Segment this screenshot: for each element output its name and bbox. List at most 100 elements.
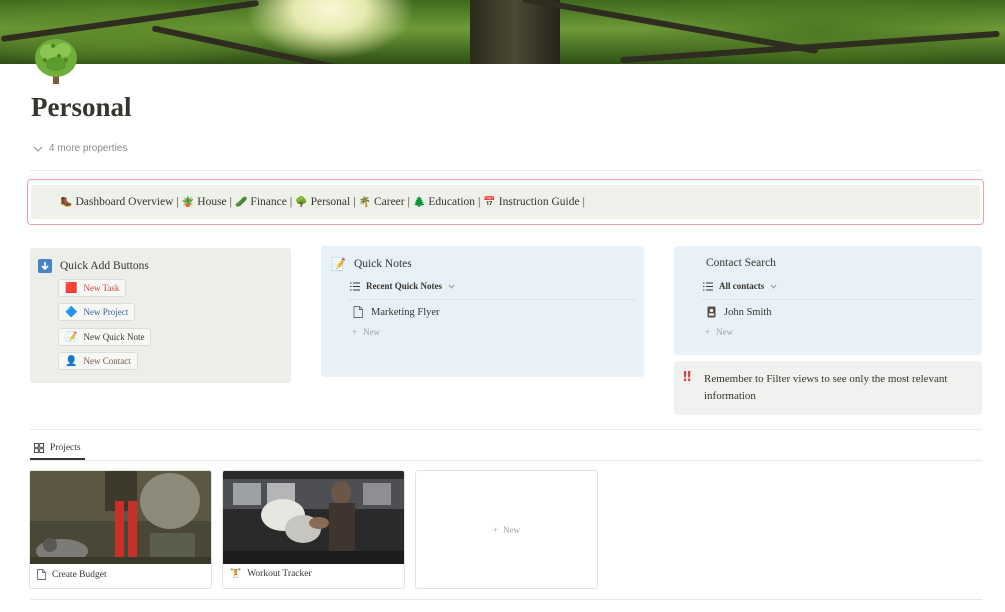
chevron-down-icon: [448, 284, 455, 289]
red-square-icon: 🟥: [65, 282, 78, 294]
nav-separator: |: [176, 196, 179, 208]
new-task-button[interactable]: 🟥 New Task: [58, 279, 127, 297]
card-title: Create Budget: [37, 569, 107, 580]
divider: [349, 299, 636, 300]
quick-notes-title: Quick Notes: [353, 258, 412, 270]
list-item[interactable]: John Smith: [707, 306, 772, 318]
list-icon: [703, 281, 713, 291]
nav-career[interactable]: 🌴 Career: [359, 196, 405, 208]
nav-label: Personal: [310, 196, 351, 208]
gallery-grid-icon: [34, 443, 44, 453]
new-label: New: [716, 327, 734, 337]
navigation-callout: 🥾 Dashboard Overview | 🪴 House | 🥒 Finance …: [27, 179, 984, 225]
cover-image: [0, 0, 1005, 64]
tree-icon: 🌳: [295, 196, 308, 208]
person-icon: 👤: [65, 355, 78, 367]
divider: [30, 599, 982, 600]
tab-projects[interactable]: Projects: [30, 438, 85, 460]
quick-notes-panel: 📝 Quick Notes Recent Quick Notes Marketi…: [321, 246, 644, 377]
button-label: New Task: [83, 283, 120, 293]
tree-trunk-shape: [470, 0, 560, 64]
nav-separator: |: [478, 196, 481, 208]
nav-house[interactable]: 🪴 House: [182, 196, 227, 208]
blue-diamond-icon: 🔷: [65, 306, 78, 318]
tab-label: Projects: [50, 443, 81, 453]
list-item[interactable]: Marketing Flyer: [353, 306, 440, 318]
nav-separator: |: [407, 196, 410, 208]
quick-add-panel: Quick Add Buttons 🟥 New Task 🔷 New Proje…: [30, 248, 291, 383]
nav-personal[interactable]: 🌳 Personal: [295, 196, 350, 208]
new-contact-row-button[interactable]: + New: [705, 327, 733, 337]
list-icon: [350, 281, 360, 291]
nav-instruction-guide[interactable]: 📅 Instruction Guide: [483, 196, 579, 208]
memo-icon: 📝: [331, 257, 346, 271]
nav-label: Career: [373, 196, 405, 208]
contact-search-title: Contact Search: [706, 257, 776, 269]
list-item-label: Marketing Flyer: [371, 306, 440, 318]
down-arrow-icon: [38, 259, 52, 273]
quick-add-header: Quick Add Buttons: [38, 259, 149, 273]
dumbbell-icon: 🏋: [230, 569, 242, 579]
quick-notes-header: 📝 Quick Notes: [331, 257, 412, 271]
contact-card-icon: [707, 306, 716, 318]
plus-icon: +: [705, 327, 711, 337]
nav-separator: |: [229, 196, 232, 208]
branch-shape: [620, 30, 1000, 64]
plus-icon: +: [352, 327, 358, 337]
page-title[interactable]: Personal: [31, 92, 132, 123]
palm-tree-icon: 🌴: [358, 196, 371, 208]
button-label: New Project: [83, 307, 129, 317]
nav-label: Finance: [250, 196, 287, 208]
contact-search-header: Contact Search: [706, 257, 776, 269]
card-cover-image: [30, 471, 211, 564]
project-card[interactable]: Create Budget: [29, 470, 212, 589]
reminder-callout: ‼ Remember to Filter views to see only t…: [674, 361, 982, 415]
memo-icon: 📝: [65, 331, 78, 343]
properties-toggle[interactable]: 4 more properties: [33, 143, 127, 154]
tree-page-icon[interactable]: [33, 36, 79, 86]
branch-shape: [151, 25, 349, 64]
nav-separator: |: [353, 196, 356, 208]
page-icon: [353, 306, 363, 318]
evergreen-tree-icon: 🌲: [412, 196, 426, 208]
boot-icon: 🥾: [60, 196, 73, 208]
divider: [702, 299, 974, 300]
project-card[interactable]: 🏋 Workout Tracker: [222, 470, 405, 589]
list-item-label: John Smith: [724, 306, 772, 318]
nav-finance[interactable]: 🥒 Finance: [235, 196, 287, 208]
chevron-down-icon: [33, 146, 43, 152]
new-label: New: [363, 327, 381, 337]
button-label: New Quick Note: [83, 332, 145, 342]
chevron-down-icon: [770, 284, 777, 289]
view-tab-recent-quick-notes[interactable]: Recent Quick Notes: [350, 281, 455, 291]
card-title-label: Workout Tracker: [247, 569, 312, 579]
nav-label: Instruction Guide: [498, 196, 580, 208]
contact-search-panel: Contact Search All contacts John Smith +…: [674, 246, 982, 355]
plus-icon: +: [492, 524, 499, 535]
nav-dashboard-overview[interactable]: 🥾 Dashboard Overview: [60, 196, 174, 208]
new-note-button[interactable]: + New: [352, 327, 380, 337]
divider: [30, 170, 982, 171]
cucumber-icon: 🥒: [234, 196, 248, 208]
new-quick-note-button[interactable]: 📝 New Quick Note: [58, 328, 152, 346]
nav-separator: |: [289, 196, 293, 208]
properties-toggle-label: 4 more properties: [49, 143, 128, 154]
nav-label: Education: [428, 196, 476, 208]
button-label: New Contact: [83, 356, 131, 366]
page-icon: [37, 569, 46, 580]
nav-education[interactable]: 🌲 Education: [413, 196, 475, 208]
double-exclamation-icon: ‼: [683, 370, 692, 385]
new-project-card-button[interactable]: + New: [415, 470, 598, 589]
nav-label: House: [197, 196, 227, 208]
view-tab-all-contacts[interactable]: All contacts: [703, 281, 777, 291]
card-cover-image: [223, 471, 404, 564]
quick-add-title: Quick Add Buttons: [60, 260, 149, 272]
reminder-text: Remember to Filter views to see only the…: [704, 373, 948, 402]
navigation-bar: 🥾 Dashboard Overview | 🪴 House | 🥒 Finance …: [31, 185, 980, 219]
calendar-icon: 📅: [483, 196, 496, 208]
potted-plant-icon: 🪴: [181, 196, 195, 208]
new-project-button[interactable]: 🔷 New Project: [58, 303, 136, 321]
divider: [30, 460, 982, 461]
divider: [30, 429, 982, 430]
new-contact-button[interactable]: 👤 New Contact: [58, 352, 138, 370]
